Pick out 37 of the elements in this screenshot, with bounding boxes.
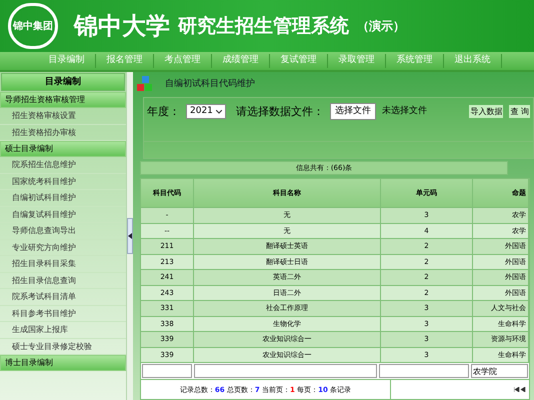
sidebar-item[interactable]: 自编复试科目维护 bbox=[0, 206, 126, 223]
filter-field[interactable] bbox=[142, 364, 192, 378]
sidebar-item[interactable]: 生成国家上报库 bbox=[0, 322, 126, 338]
first-page-icon[interactable] bbox=[514, 387, 526, 392]
filter-field[interactable] bbox=[194, 364, 377, 378]
sidebar-item[interactable]: 院系考试科目清单 bbox=[0, 289, 126, 306]
sidebar-item[interactable]: 招生目录信息查询 bbox=[0, 272, 126, 289]
sidebar-item[interactable]: 国家统考科目维护 bbox=[0, 174, 126, 190]
filter-field[interactable]: 农学院 bbox=[471, 364, 528, 378]
file-status: 未选择文件 bbox=[382, 105, 427, 118]
import-button[interactable]: 导入数据 bbox=[469, 105, 504, 118]
file-label: 请选择数据文件： bbox=[236, 104, 324, 120]
collapse-arrow-icon bbox=[128, 233, 132, 239]
app-title: 锦中大学 bbox=[74, 11, 170, 42]
sidebar-item[interactable]: 院系招生信息维护 bbox=[0, 157, 126, 174]
sidebar-item[interactable]: 招生目录科目采集 bbox=[0, 256, 126, 272]
sidebar-group[interactable]: 导师招生资格审核管理 bbox=[0, 92, 126, 108]
sidebar-title: 目录编制 bbox=[1, 73, 125, 91]
sidebar-item[interactable]: 专业研究方向维护 bbox=[0, 240, 126, 256]
filter-field[interactable] bbox=[379, 364, 469, 378]
query-button[interactable]: 查 询 bbox=[509, 105, 530, 118]
app-note: （演示） bbox=[357, 18, 405, 35]
sidebar-item[interactable]: 导师信息查询导出 bbox=[0, 223, 126, 240]
choose-file-button[interactable]: 选择文件 bbox=[330, 103, 376, 120]
year-label: 年度： bbox=[147, 104, 180, 120]
year-select[interactable]: 2021 bbox=[186, 104, 226, 120]
chevron-icon bbox=[216, 110, 222, 114]
cubes-icon bbox=[137, 76, 153, 92]
collapse-handle[interactable] bbox=[127, 218, 133, 254]
page-title: 自编初试科目代码维护 bbox=[165, 78, 255, 91]
sidebar-group[interactable]: 硕士目录编制 bbox=[0, 141, 126, 157]
sidebar-item[interactable]: 招生资格审核设置 bbox=[0, 108, 126, 124]
logo: 锦中集团 bbox=[8, 3, 58, 49]
sidebar-item[interactable]: 科目参考书目维护 bbox=[0, 306, 126, 322]
app-subtitle: 研究生招生管理系统 bbox=[178, 14, 349, 39]
sidebar-group[interactable]: 博士目录编制 bbox=[0, 355, 126, 371]
sidebar-item[interactable]: 自编初试科目维护 bbox=[0, 190, 126, 206]
